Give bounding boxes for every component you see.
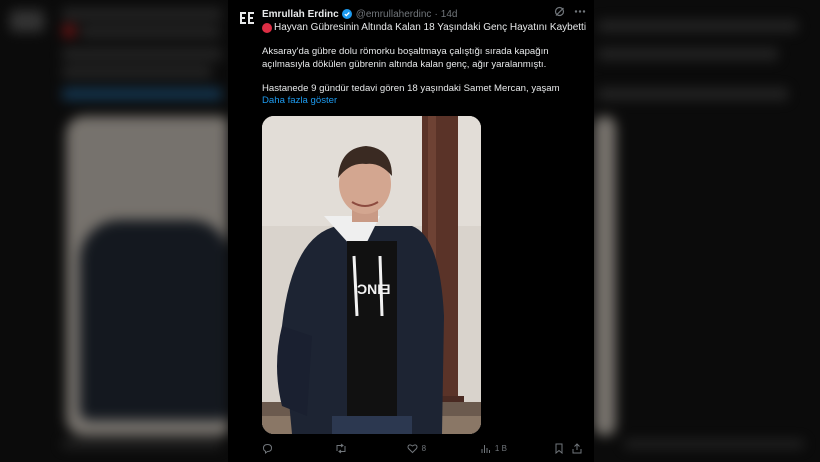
views-count: 1 B (494, 443, 507, 453)
avatar[interactable] (237, 8, 257, 28)
bookmark-icon (555, 443, 563, 454)
retweet-button[interactable] (335, 443, 406, 454)
share-icon (572, 442, 582, 453)
separator: · (434, 8, 438, 20)
verified-badge-icon (341, 9, 352, 19)
bookmark-button[interactable] (554, 443, 572, 454)
tweet-paragraph-1: Aksaray'da gübre dolu römorku boşaltmaya… (262, 46, 549, 70)
views-button[interactable]: 1 B (480, 443, 554, 454)
tweet-actions: 8 1 B (262, 440, 582, 456)
tweet-photo[interactable]: ƆNIƎ (262, 116, 481, 434)
more-icon[interactable] (574, 6, 586, 17)
like-button[interactable]: 8 (407, 443, 480, 454)
reply-button[interactable] (262, 443, 335, 454)
show-more-link[interactable]: Daha fazla göster (262, 95, 337, 106)
timestamp[interactable]: 14d (441, 9, 458, 20)
share-button[interactable] (572, 442, 582, 454)
views-icon (481, 444, 490, 453)
tweet-title-text: Hayvan Gübresinin Altında Kalan 18 Yaşın… (274, 22, 587, 33)
tweet-paragraph-2: Hastanede 9 gündür tedavi gören 18 yaşın… (262, 83, 560, 94)
reply-icon (262, 443, 273, 454)
author-handle[interactable]: @emrullaherdinc (356, 9, 432, 20)
ee-logo-icon (240, 12, 254, 24)
tweet-card[interactable]: Emrullah Erdinc @emrullaherdinc · 14d Ha… (228, 0, 594, 462)
svg-text:ƆNIƎ: ƆNIƎ (357, 281, 390, 297)
blurred-background-right (594, 0, 820, 462)
blurred-background-left (0, 0, 228, 462)
red-circle-icon (262, 22, 272, 33)
tweet-header: Emrullah Erdinc @emrullaherdinc · 14d (262, 6, 586, 22)
grok-icon[interactable] (554, 6, 565, 17)
tweet-title: Hayvan Gübresinin Altında Kalan 18 Yaşın… (262, 21, 588, 34)
heart-icon (407, 443, 418, 453)
like-count: 8 (421, 443, 427, 453)
retweet-icon (336, 443, 346, 453)
author-name[interactable]: Emrullah Erdinc (262, 9, 339, 20)
